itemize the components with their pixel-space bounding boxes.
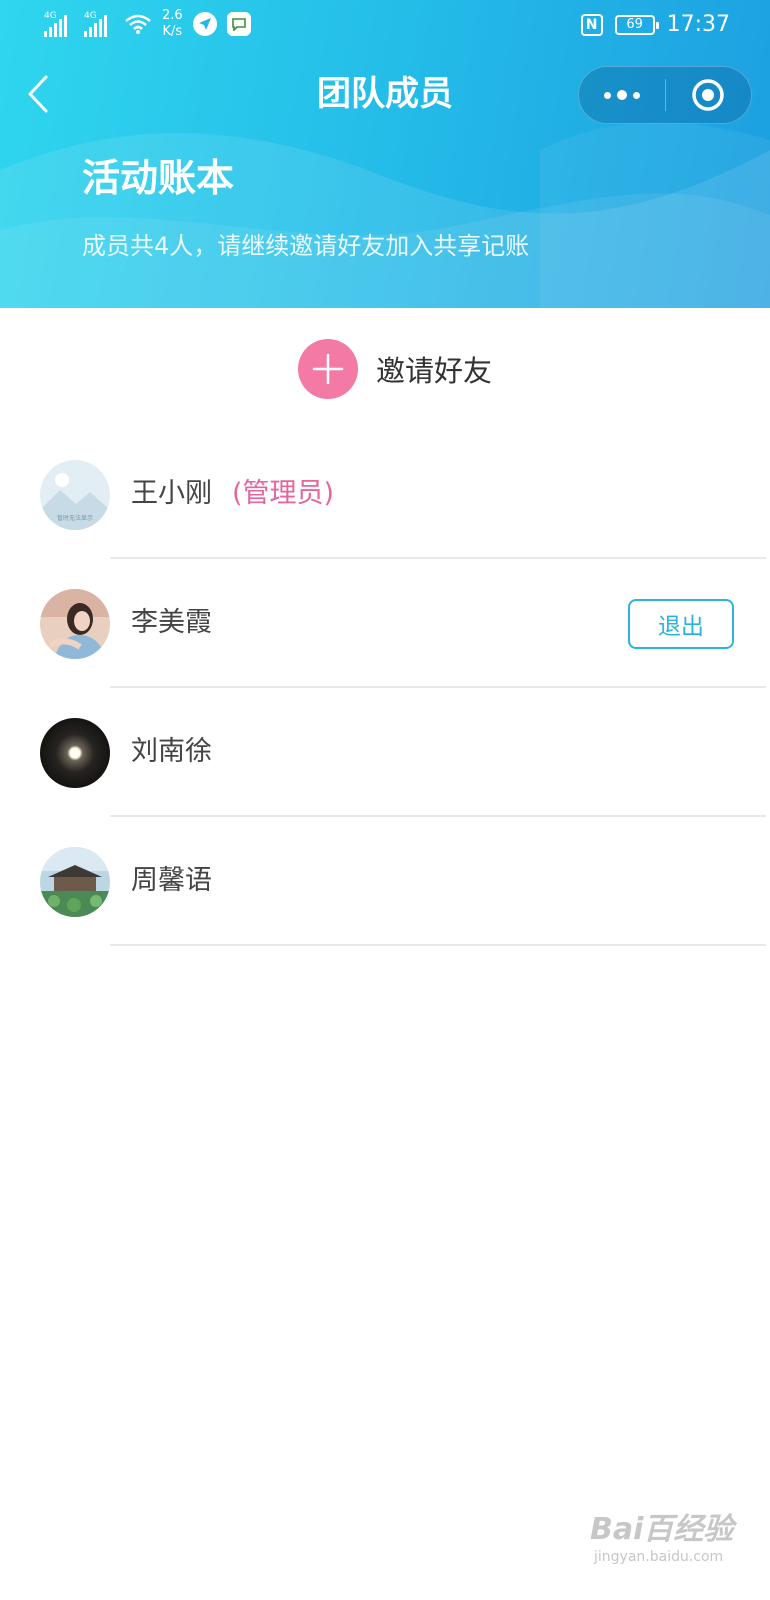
cellular-signal-icon: 4G bbox=[44, 11, 74, 37]
member-name: 周馨语 bbox=[131, 865, 212, 896]
avatar bbox=[40, 847, 110, 917]
member-list: 暂时无法显示 王小刚 (管理员) 李美霞 退出 刘南徐 周馨语 bbox=[0, 430, 770, 946]
header-banner: 4G 4G 2.6 K/s N 69 17:37 团队成员 活动账本 成员共4人… bbox=[0, 0, 770, 308]
member-name: 刘南徐 bbox=[131, 736, 212, 767]
status-time: 17:37 bbox=[666, 12, 730, 37]
close-mini-program-button[interactable] bbox=[666, 66, 752, 124]
member-row[interactable]: 李美霞 退出 bbox=[0, 559, 770, 688]
send-app-icon bbox=[192, 12, 217, 36]
invite-friend-button[interactable]: 邀请好友 bbox=[298, 338, 492, 400]
avatar bbox=[40, 589, 110, 659]
status-bar: 4G 4G 2.6 K/s N 69 17:37 bbox=[0, 0, 770, 52]
cellular-signal-icon-2: 4G bbox=[84, 11, 114, 37]
member-row[interactable]: 暂时无法显示 王小刚 (管理员) bbox=[0, 430, 770, 559]
mini-program-capsule bbox=[578, 66, 752, 124]
invite-friend-label: 邀请好友 bbox=[376, 354, 493, 388]
member-row[interactable]: 刘南徐 bbox=[0, 688, 770, 817]
book-title: 活动账本 bbox=[82, 156, 235, 200]
baidu-watermark: Bai百经验 jingyan.baidu.com bbox=[590, 1512, 733, 1566]
network-speed: 2.6 K/s bbox=[162, 8, 183, 40]
battery-icon: 69 bbox=[614, 14, 659, 35]
row-divider bbox=[110, 944, 766, 946]
avatar bbox=[40, 718, 110, 788]
watermark-main: Bai百经验 bbox=[590, 1512, 734, 1547]
plus-icon bbox=[298, 339, 358, 399]
watermark-sub: jingyan.baidu.com bbox=[594, 1549, 724, 1565]
member-name: 李美霞 bbox=[131, 607, 212, 638]
wifi-icon bbox=[125, 14, 151, 34]
member-name: 王小刚 bbox=[131, 478, 212, 509]
member-row[interactable]: 周馨语 bbox=[0, 817, 770, 946]
speed-value: 2.6 bbox=[162, 8, 183, 23]
avatar: 暂时无法显示 bbox=[40, 460, 110, 530]
chat-app-icon bbox=[226, 12, 251, 36]
member-count-subtitle: 成员共4人，请继续邀请好友加入共享记账 bbox=[82, 232, 530, 260]
more-button[interactable] bbox=[579, 66, 665, 124]
exit-button[interactable]: 退出 bbox=[628, 599, 734, 649]
target-circle-icon bbox=[692, 79, 724, 111]
network-type-label: 4G bbox=[44, 11, 57, 21]
nfc-icon: N bbox=[580, 13, 603, 36]
more-dots-icon bbox=[603, 91, 611, 99]
speed-unit: K/s bbox=[162, 24, 183, 39]
admin-role-badge: (管理员) bbox=[232, 478, 335, 509]
avatar-placeholder-text: 暂时无法显示 bbox=[57, 514, 93, 522]
battery-level: 69 bbox=[626, 17, 643, 32]
network-type-label-2: 4G bbox=[84, 11, 97, 21]
